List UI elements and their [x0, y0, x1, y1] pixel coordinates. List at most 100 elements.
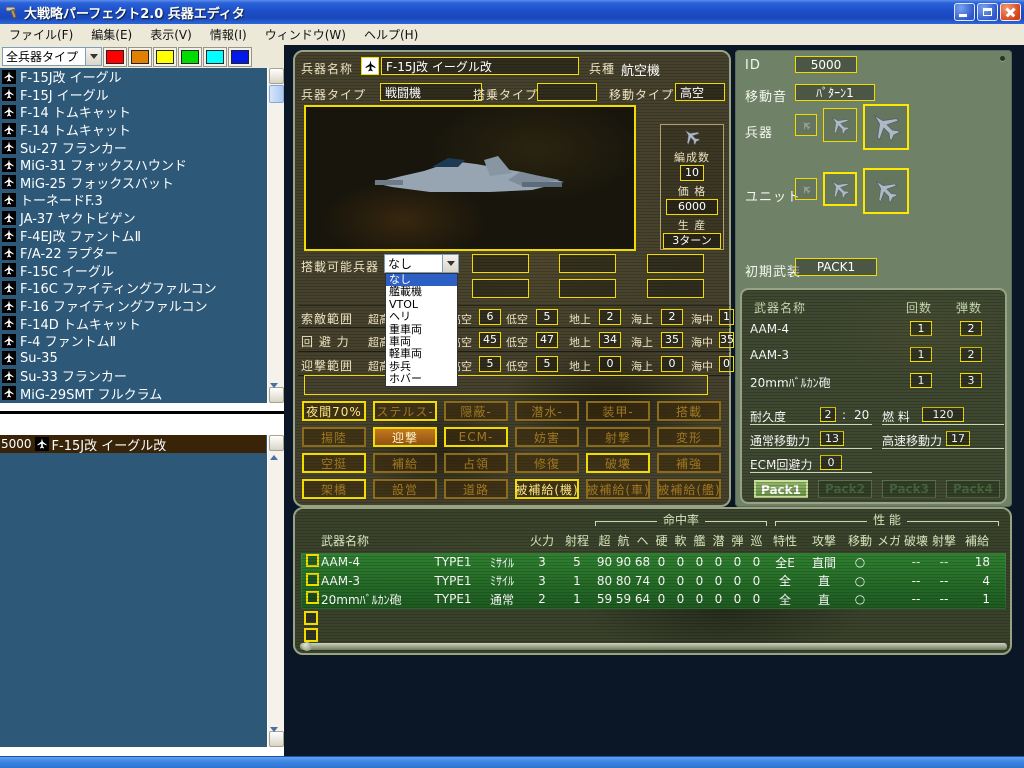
unit-list-scrollbar[interactable]	[267, 68, 284, 403]
ability-supply[interactable]: 補給	[373, 453, 437, 473]
dropdown-option[interactable]: VTOL	[386, 299, 457, 311]
pack3-button[interactable]: Pack3	[882, 480, 936, 498]
unit-list-item[interactable]: Su-33 フランカー	[0, 367, 266, 385]
ability-construct[interactable]: 設営	[373, 479, 437, 499]
row-checkbox[interactable]	[306, 591, 319, 604]
row-checkbox[interactable]	[306, 554, 319, 567]
unit-list-item[interactable]: F-14D トムキャット	[0, 314, 266, 332]
scroll-up-button[interactable]	[269, 435, 284, 451]
range-value-field[interactable]: 2	[661, 309, 683, 325]
range-value-field[interactable]: 35	[719, 332, 734, 348]
range-value-field[interactable]: 0	[599, 356, 621, 372]
weapon-type-field[interactable]: 戦闘機	[380, 83, 482, 101]
range-value-field[interactable]: 34	[599, 332, 621, 348]
ability-transform[interactable]: 変形	[657, 427, 721, 447]
range-value-field[interactable]: 6	[479, 309, 501, 325]
ride-type-field[interactable]	[537, 83, 597, 101]
ability-resupply-air[interactable]: 被補給(機)	[515, 479, 579, 499]
menu-item-info[interactable]: 情報(I)	[201, 24, 256, 45]
load-slot-1[interactable]	[472, 254, 529, 273]
production-field[interactable]: 3ターン	[663, 233, 721, 249]
selected-unit-row[interactable]: 5000 F-15J改 イーグル改	[0, 435, 266, 453]
unit-list-item[interactable]: F-15C イーグル	[0, 262, 266, 280]
load-slot-3[interactable]	[647, 254, 704, 273]
dropdown-option[interactable]: ホバー	[386, 373, 457, 385]
range-value-field[interactable]: 0	[719, 356, 734, 372]
ability-reinforce[interactable]: 補強	[657, 453, 721, 473]
ability-occupy[interactable]: 占領	[444, 453, 508, 473]
minimize-button[interactable]	[954, 3, 975, 21]
ability-resupply-ship[interactable]: 被補給(艦)	[657, 479, 721, 499]
unit-icon-small[interactable]	[795, 178, 817, 200]
range-value-field[interactable]: 2	[599, 309, 621, 325]
weapon-table-row[interactable]: AAM-3 TYPE1 ﾐｻｲﾙ 3 1 808074000000 全 直 ○ …	[301, 572, 1006, 591]
unit-list-item[interactable]: F-14 トムキャット	[0, 121, 266, 139]
range-value-field[interactable]: 5	[536, 356, 558, 372]
notes-field[interactable]	[304, 375, 708, 395]
fuel-field[interactable]: 120	[922, 407, 964, 422]
weapon-table-row[interactable]: 20mmﾊﾞﾙｶﾝ砲 TYPE1 通常 2 1 595964000000 全 直…	[301, 590, 1006, 609]
weapon-icon-large[interactable]	[863, 104, 909, 150]
move-sound-field[interactable]: ﾊﾟﾀｰﾝ1	[795, 84, 875, 101]
range-value-field[interactable]: 35	[661, 332, 683, 348]
weapon-icon-medium[interactable]	[823, 108, 857, 142]
ability-destroy[interactable]: 破壊	[586, 453, 650, 473]
ammo-field[interactable]: 2	[960, 347, 982, 362]
pack4-button[interactable]: Pack4	[946, 480, 1000, 498]
dropdown-option[interactable]: 車両	[386, 336, 457, 348]
ability-intercept[interactable]: 迎撃	[373, 427, 437, 447]
unit-icon-large[interactable]	[863, 168, 909, 214]
color-swatch-red[interactable]	[103, 47, 127, 67]
ability-night[interactable]: 夜間70%	[302, 401, 366, 421]
unit-icon-medium[interactable]	[823, 172, 857, 206]
unit-list-item[interactable]: Su-35	[0, 350, 266, 368]
dropdown-option[interactable]: 重車両	[386, 324, 457, 336]
unit-list-item[interactable]: F-4 ファントムⅡ	[0, 332, 266, 350]
unit-list-item[interactable]: F-15J イーグル	[0, 86, 266, 104]
unit-list-item[interactable]: F-14 トムキャット	[0, 103, 266, 121]
menu-item-file[interactable]: ファイル(F)	[0, 24, 82, 45]
chevron-down-icon[interactable]	[442, 255, 458, 272]
uses-field[interactable]: 1	[910, 321, 932, 336]
dropdown-option[interactable]: 艦載機	[386, 286, 457, 298]
durability-field[interactable]: 2	[820, 407, 836, 422]
empty-row-checkbox[interactable]	[304, 628, 318, 642]
ability-armor[interactable]: 装甲-	[586, 401, 650, 421]
ability-repair[interactable]: 修復	[515, 453, 579, 473]
color-swatch-yellow[interactable]	[153, 47, 177, 67]
unit-list-item[interactable]: F/A-22 ラプター	[0, 244, 266, 262]
pack2-button[interactable]: Pack2	[818, 480, 872, 498]
ability-road[interactable]: 道路	[444, 479, 508, 499]
color-swatch-green[interactable]	[178, 47, 202, 67]
ability-jam[interactable]: 妨害	[515, 427, 579, 447]
empty-row-checkbox[interactable]	[304, 611, 318, 625]
id-field[interactable]: 5000	[795, 56, 857, 73]
ability-landing[interactable]: 揚陸	[302, 427, 366, 447]
scroll-up-button[interactable]	[269, 68, 284, 84]
menu-item-window[interactable]: ウィンドウ(W)	[256, 24, 355, 45]
price-field[interactable]: 6000	[666, 199, 718, 215]
scroll-down-button[interactable]	[269, 731, 284, 747]
load-slot-4[interactable]	[472, 279, 529, 298]
ability-conceal[interactable]: 隠蔽-	[444, 401, 508, 421]
weapon-name-field[interactable]: F-15J改 イーグル改	[381, 57, 579, 75]
loadable-select[interactable]: なし	[384, 254, 459, 273]
unit-list-item[interactable]: MiG-29SMT フルクラム	[0, 385, 266, 403]
ability-airborne[interactable]: 空挺	[302, 453, 366, 473]
color-swatch-orange[interactable]	[128, 47, 152, 67]
load-slot-6[interactable]	[647, 279, 704, 298]
color-swatch-blue[interactable]	[228, 47, 252, 67]
chevron-down-icon[interactable]	[85, 48, 101, 65]
ecm-evasion-field[interactable]: 0	[820, 455, 842, 470]
range-value-field[interactable]: 0	[661, 356, 683, 372]
dropdown-option[interactable]: ヘリ	[386, 311, 457, 323]
ability-bridge[interactable]: 架橋	[302, 479, 366, 499]
weapon-icon-small[interactable]	[795, 114, 817, 136]
ability-submerge[interactable]: 潜水-	[515, 401, 579, 421]
menu-item-view[interactable]: 表示(V)	[141, 24, 201, 45]
dropdown-option[interactable]: なし	[386, 274, 457, 286]
initial-armament-field[interactable]: PACK1	[795, 258, 877, 276]
scroll-down-button[interactable]	[269, 387, 284, 403]
unit-list-item[interactable]: MiG-31 フォックスハウンド	[0, 156, 266, 174]
dropdown-option[interactable]: 歩兵	[386, 361, 457, 373]
